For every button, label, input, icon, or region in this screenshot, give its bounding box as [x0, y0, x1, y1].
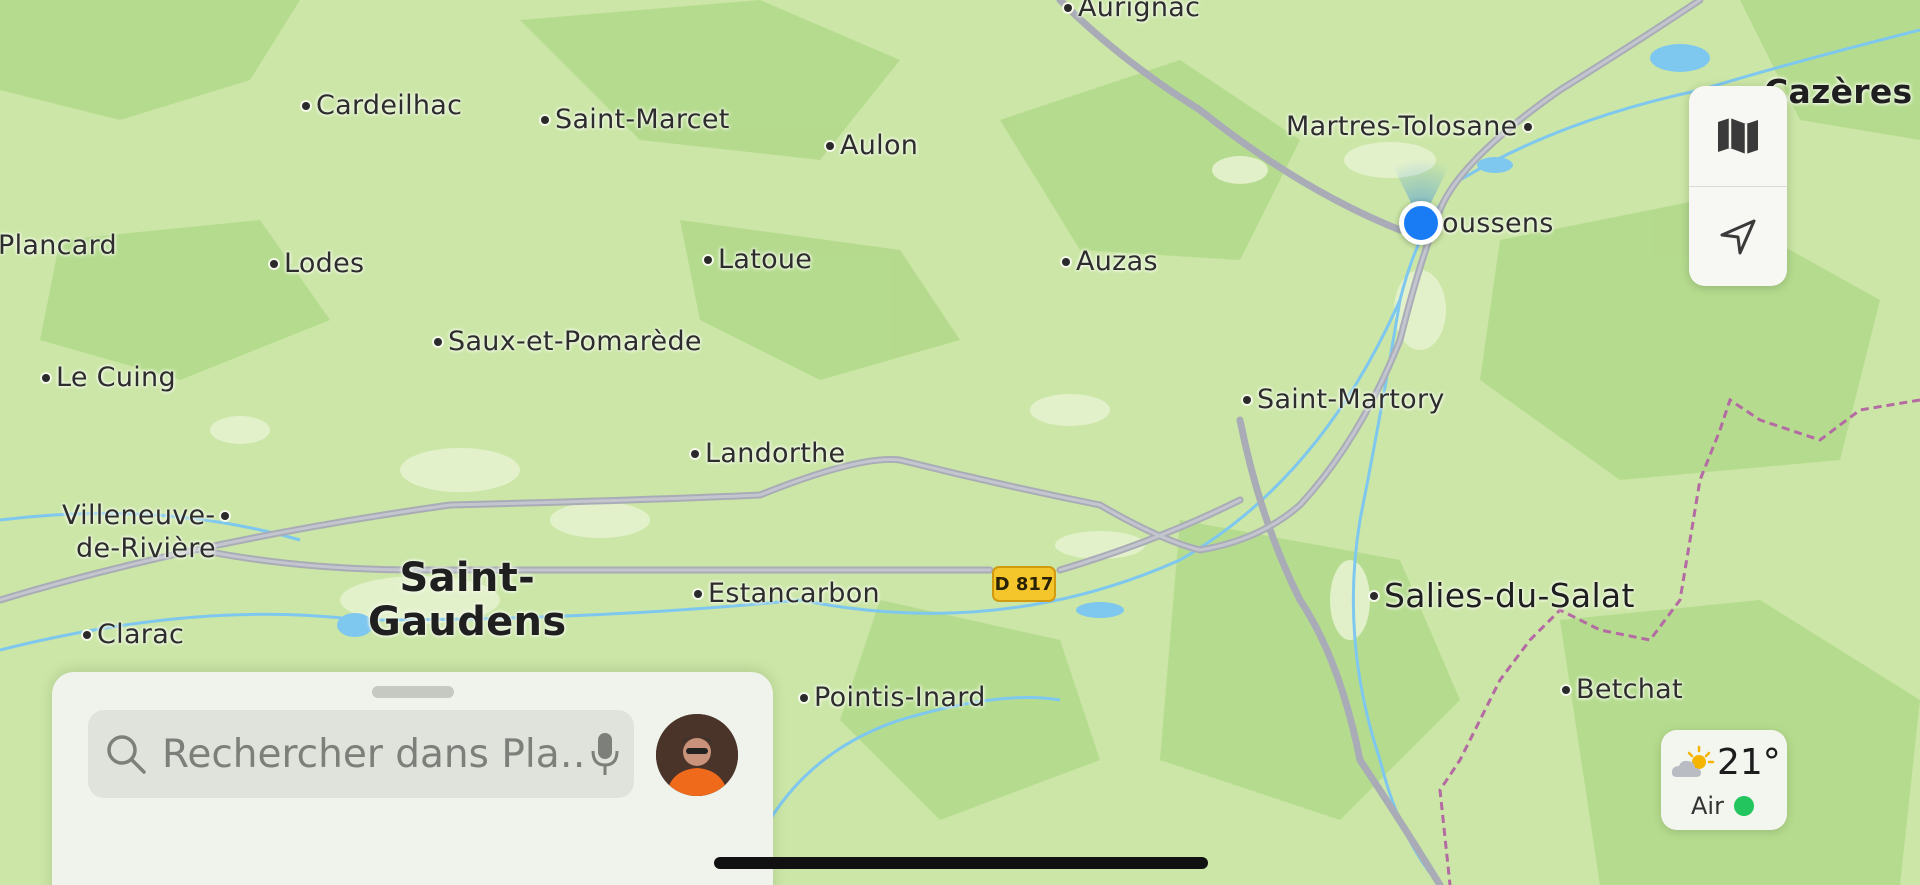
place-dot: [1062, 257, 1070, 266]
place-cardeilhac[interactable]: Cardeilhac: [302, 90, 462, 121]
place-dot: [83, 630, 91, 639]
place-le-cuing[interactable]: Le Cuing: [42, 362, 176, 393]
air-quality-label: Air: [1691, 792, 1724, 820]
place-dot: [434, 337, 442, 346]
microphone-icon[interactable]: [590, 731, 620, 777]
sheet-grabber[interactable]: [372, 686, 454, 698]
place-dot: [694, 589, 702, 598]
place-dot: [1243, 395, 1251, 404]
place-clarac[interactable]: Clarac: [83, 619, 184, 650]
place-dot: [691, 449, 699, 458]
temperature: 21°: [1717, 742, 1781, 783]
place-saux-et-pomarede[interactable]: Saux-et-Pomarède: [434, 326, 702, 357]
weather-widget[interactable]: 21° Air: [1661, 730, 1787, 830]
place-villeneuve-de-riviere-line2: de-Rivière: [76, 533, 216, 564]
place-boussens[interactable]: oussens: [1442, 208, 1554, 239]
air-quality-indicator: [1733, 796, 1754, 816]
place-dot: [704, 255, 712, 264]
locate-me-button[interactable]: [1689, 187, 1787, 286]
partly-cloudy-sun-icon: [1671, 745, 1715, 777]
place-saint-martory[interactable]: Saint-Martory: [1243, 384, 1445, 415]
place-pointis-inard[interactable]: Pointis-Inard: [800, 682, 986, 713]
place-saint-gaudens[interactable]: Saint- Gaudens: [368, 556, 566, 644]
place-betchat[interactable]: Betchat: [1562, 674, 1683, 705]
place-dot: [42, 373, 50, 382]
place-dot: [800, 693, 808, 702]
place-plancard[interactable]: Plancard: [0, 230, 117, 261]
place-latoue[interactable]: Latoue: [704, 244, 812, 275]
search-placeholder: Rechercher dans Pla…: [162, 731, 590, 777]
search-field[interactable]: Rechercher dans Pla…: [88, 710, 634, 798]
bottom-sheet[interactable]: Rechercher dans Pla…: [52, 672, 773, 885]
map-icon: [1718, 118, 1758, 154]
place-landorthe[interactable]: Landorthe: [691, 438, 845, 469]
place-dot: [1562, 685, 1570, 694]
place-villeneuve-de-riviere[interactable]: Villeneuve-: [62, 500, 230, 531]
map-controls-panel: [1689, 86, 1787, 286]
place-dot: [541, 115, 549, 124]
place-dot: [826, 141, 834, 150]
map-mode-button[interactable]: [1689, 86, 1787, 186]
route-shield-d817: D 817: [992, 566, 1056, 602]
profile-photo: [656, 714, 738, 796]
place-dot: [1523, 122, 1532, 131]
place-martres-tolosane[interactable]: Martres-Tolosane: [1286, 111, 1532, 142]
place-dot: [270, 259, 278, 268]
place-saint-marcet[interactable]: Saint-Marcet: [541, 104, 730, 135]
place-lodes[interactable]: Lodes: [270, 248, 364, 279]
place-auzas[interactable]: Auzas: [1062, 246, 1158, 277]
home-indicator[interactable]: [714, 857, 1208, 869]
place-aurignac[interactable]: Aurignac: [1064, 0, 1200, 23]
place-estancarbon[interactable]: Estancarbon: [694, 578, 880, 609]
place-salies-du-salat[interactable]: Salies-du-Salat: [1370, 576, 1635, 615]
avatar[interactable]: [656, 714, 738, 796]
search-icon: [107, 735, 146, 774]
location-arrow-icon: [1720, 219, 1756, 255]
place-dot: [221, 511, 230, 520]
place-aulon[interactable]: Aulon: [826, 130, 918, 161]
place-dot: [302, 101, 310, 110]
place-dot: [1064, 3, 1072, 12]
user-location-dot[interactable]: [1399, 201, 1443, 245]
place-dot: [1370, 591, 1378, 600]
